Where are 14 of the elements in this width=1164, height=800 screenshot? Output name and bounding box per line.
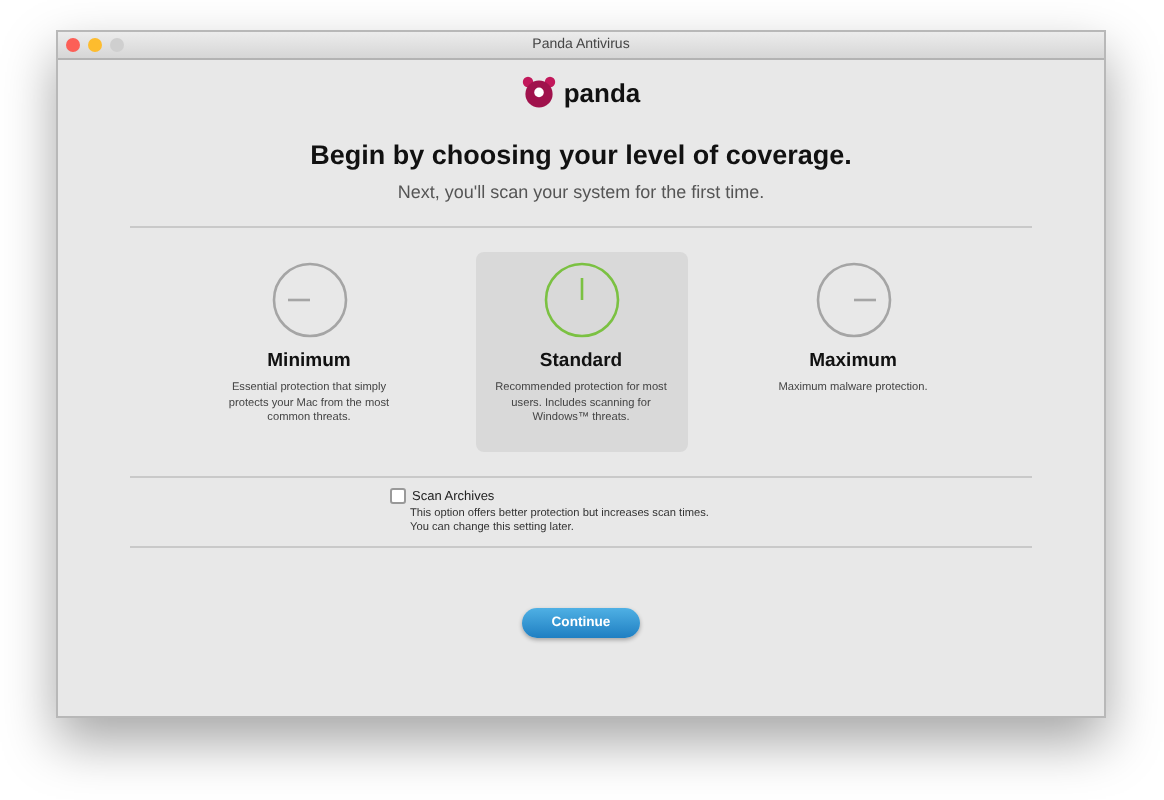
option-title: Maximum xyxy=(809,350,897,372)
heading: Begin by choosing your level of coverage. xyxy=(310,140,852,170)
dial-icon xyxy=(815,262,891,338)
option-title: Standard xyxy=(539,350,623,372)
dial-icon xyxy=(271,262,347,338)
minimize-icon[interactable] xyxy=(88,38,102,52)
subheading: Next, you'll scan your system for the first time. xyxy=(397,182,765,202)
logo-text: panda xyxy=(563,77,641,107)
option-title: Minimum xyxy=(267,350,351,372)
dial-icon xyxy=(543,262,619,338)
zoom-icon[interactable] xyxy=(110,38,124,52)
close-icon[interactable] xyxy=(66,38,80,52)
logo-icon xyxy=(521,76,556,108)
checkbox[interactable] xyxy=(390,488,406,504)
